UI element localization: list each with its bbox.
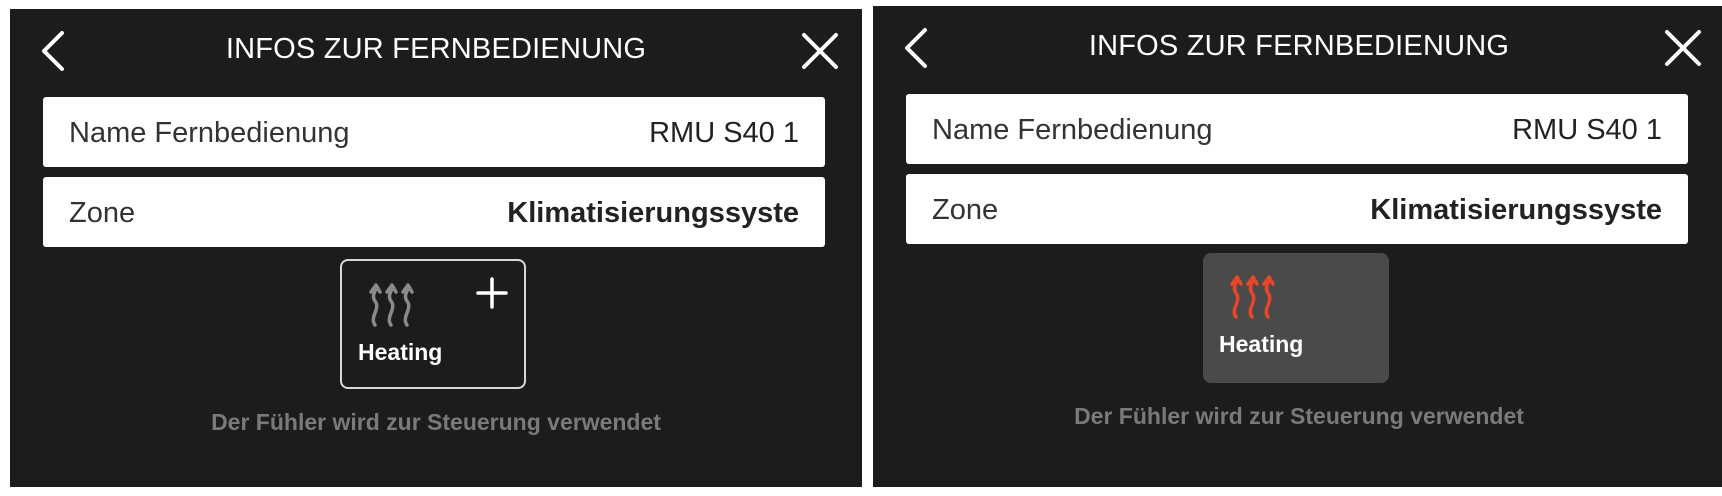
zone-value: Klimatisierungssyste — [507, 197, 799, 229]
page-title: INFOS ZUR FERNBEDIENUNG — [1088, 30, 1510, 62]
zone-row[interactable]: Zone Klimatisierungssyste — [906, 174, 1688, 244]
remote-info-screen-unselected: INFOS ZUR FERNBEDIENUNG Name Fernbedienu… — [10, 9, 862, 487]
remote-info-screen-selected: INFOS ZUR FERNBEDIENUNG Name Fernbedienu… — [873, 6, 1722, 487]
heating-tile[interactable]: Heating — [1203, 253, 1389, 383]
plus-icon[interactable] — [474, 275, 510, 311]
heating-tile[interactable]: Heating — [340, 259, 526, 389]
sensor-footnote: Der Fühler wird zur Steuerung verwendet — [211, 409, 661, 435]
close-icon[interactable] — [796, 27, 844, 75]
zone-label: Zone — [69, 197, 136, 229]
heating-icon — [364, 279, 422, 329]
header: INFOS ZUR FERNBEDIENUNG — [10, 9, 862, 89]
remote-name-row[interactable]: Name Fernbedienung RMU S40 1 — [906, 94, 1688, 164]
close-icon[interactable] — [1659, 24, 1707, 72]
remote-name-label: Name Fernbedienung — [932, 114, 1213, 146]
header: INFOS ZUR FERNBEDIENUNG — [873, 6, 1722, 86]
remote-name-value: RMU S40 1 — [1512, 114, 1662, 146]
sensor-footnote: Der Fühler wird zur Steuerung verwendet — [1074, 403, 1524, 429]
heating-tile-label: Heating — [358, 339, 443, 365]
zone-label: Zone — [932, 194, 999, 226]
remote-name-label: Name Fernbedienung — [69, 117, 350, 149]
remote-name-row[interactable]: Name Fernbedienung RMU S40 1 — [43, 97, 825, 167]
heating-icon — [1225, 271, 1283, 321]
remote-name-value: RMU S40 1 — [649, 117, 799, 149]
page-title: INFOS ZUR FERNBEDIENUNG — [225, 33, 647, 65]
heating-tile-label: Heating — [1219, 331, 1304, 357]
zone-row[interactable]: Zone Klimatisierungssyste — [43, 177, 825, 247]
zone-value: Klimatisierungssyste — [1370, 194, 1662, 226]
